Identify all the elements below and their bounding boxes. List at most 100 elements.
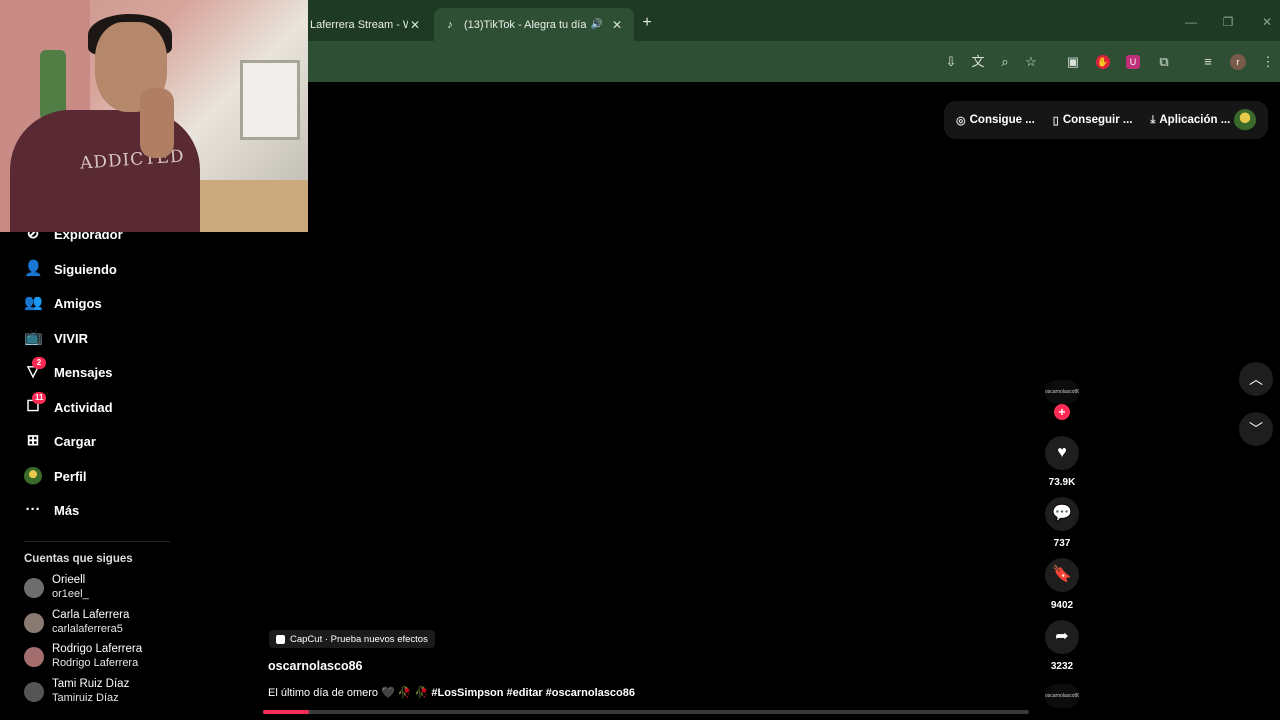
more-dots-icon: ··· [25,501,41,518]
previous-video-button[interactable]: ︿ [1239,362,1273,396]
account-handle: Rodrigo Laferrera [52,657,139,669]
download-app-button[interactable]: ⤓ Aplicación ... [1151,114,1231,127]
webcam-overlay: ADDICTED [0,0,308,232]
bookmark-icon: 🔖 [1052,566,1072,583]
extension-box-icon[interactable]: ▣ [1064,53,1082,71]
video-description: El último día de omero 🖤 🥀 🥀 #LosSimpson… [268,686,635,699]
top-action-pill: ◎ Consigue ... ▯ Conseguir ... ⤓ Aplicac… [944,101,1268,139]
followed-account[interactable]: Orieell or1eel_ [24,574,184,602]
room-window [240,60,300,140]
followed-account[interactable]: Carla Laferrera carlalaferrera5 [24,609,184,637]
window-close-icon[interactable]: ✕ [1259,14,1275,30]
creator-avatar[interactable]: oscarnolasco86 [1045,380,1079,404]
phone-icon: ▯ [1052,114,1059,127]
hashtags-link[interactable]: #LosSimpson #editar #oscarnolasco86 [431,687,635,699]
followed-account[interactable]: Tami Ruiz Díaz Tamiruiz Díaz [24,678,184,706]
send-icon: ▽ 2 [24,357,46,381]
zoom-icon[interactable]: ⌕ [996,53,1014,71]
menu-icon[interactable]: ⋮ [1259,53,1277,71]
sound-disc[interactable]: oscarnolasco86 [1045,684,1079,708]
save-count: 9402 [1050,600,1074,611]
activity-badge: 11 [32,392,47,404]
sidebar-item-mensajes[interactable]: ▽ 2 Mensajes [24,357,113,384]
tab-stream[interactable]: Laferrera Stream - Watch ✕ [300,8,432,41]
follow-plus-button[interactable]: + [1054,404,1070,420]
sidebar-item-mas[interactable]: ··· Más [24,498,80,522]
table [200,180,308,232]
message-badge: 2 [32,357,46,369]
tab-title: (13)TikTok - Alegra tu día [464,18,587,31]
comment-icon: 💬 [1052,505,1072,522]
avatar [24,613,44,633]
upload-plus-icon: ⊞ [26,432,40,449]
person-follow-icon: 👤 [24,260,43,277]
close-icon[interactable]: ✕ [610,18,624,32]
sidebar-item-cargar[interactable]: ⊞ Cargar [24,429,96,453]
avatar [24,682,44,702]
sidebar-item-perfil[interactable]: Perfil [24,464,87,488]
account-name: Orieell [52,574,86,586]
speaker-icon[interactable]: 🔊 [590,19,604,30]
capcut-effect-link[interactable]: CapCut · Prueba nuevos efectos [269,630,435,648]
comment-count: 737 [1053,538,1071,549]
video-progress-bar[interactable] [263,710,1029,714]
media-icon[interactable]: ≡ [1199,53,1217,71]
live-tv-icon: 📺 [24,329,43,346]
capcut-label: CapCut · Prueba nuevos efectos [290,633,428,645]
pill-label: Aplicación ... [1159,114,1231,126]
video-author[interactable]: oscarnolasco86 [268,659,363,673]
like-button[interactable]: ♥ [1045,436,1079,470]
install-icon[interactable]: ⇩ [942,53,960,71]
star-icon[interactable]: ☆ [1022,53,1040,71]
tab-tiktok[interactable]: ♪ (13)TikTok - Alegra tu día 🔊 ✕ [434,8,634,41]
account-name: Tami Ruiz Díaz [52,678,130,690]
sidebar-item-label: Actividad [54,399,113,415]
sidebar-item-label: Siguiendo [54,261,117,277]
extensions-icon[interactable]: ⧉ [1155,53,1173,71]
share-count: 3232 [1050,661,1074,672]
sidebar-item-label: VIVIR [54,330,88,346]
comment-button[interactable]: 💬 [1045,497,1079,531]
user-avatar[interactable] [1234,109,1256,131]
heart-icon: ♥ [1057,444,1067,461]
profile-avatar [24,467,42,485]
person-hand [140,88,174,158]
share-arrow-icon: ➦ [1055,628,1069,645]
chevron-down-icon: ﹀ [1249,421,1263,437]
sidebar-item-vivir[interactable]: 📺 VIVIR [24,326,88,350]
account-handle: carlalaferrera5 [52,623,123,635]
close-icon[interactable]: ✕ [408,18,422,32]
divider [24,541,170,542]
save-button[interactable]: 🔖 [1045,558,1079,592]
avatar [24,647,44,667]
account-handle: Tamiruiz Díaz [52,692,119,704]
followed-account[interactable]: Rodrigo Laferrera Rodrigo Laferrera [24,643,184,671]
ublock-icon[interactable]: U [1126,55,1140,69]
following-heading: Cuentas que sigues [24,553,133,565]
translate-icon[interactable]: 文 [969,53,987,71]
share-button[interactable]: ➦ [1045,620,1079,654]
coin-icon: ◎ [956,114,966,127]
adblock-icon[interactable]: ✋ [1096,55,1110,69]
sidebar-item-label: Perfil [54,468,87,484]
download-icon: ⤓ [1150,113,1156,126]
pill-label: Conseguir ... [1062,114,1133,126]
profile-avatar[interactable]: r [1230,54,1246,70]
sidebar-item-amigos[interactable]: 👥 Amigos [24,291,102,315]
next-video-button[interactable]: ﹀ [1239,412,1273,446]
account-name: Carla Laferrera [52,609,130,621]
maximize-icon[interactable]: ❐ [1220,14,1236,30]
sidebar-item-actividad[interactable]: ☐ 11 Actividad [24,392,113,419]
minimize-icon[interactable]: — [1183,14,1199,30]
get-coins-button[interactable]: ◎ Consigue ... [956,114,1035,127]
sidebar-item-siguiendo[interactable]: 👤 Siguiendo [24,257,117,281]
new-tab-button[interactable]: + [638,14,656,32]
avatar [24,578,44,598]
sidebar-item-label: Cargar [54,433,96,449]
sidebar-item-label: Más [54,502,80,518]
pill-label: Consigue ... [969,114,1035,126]
like-count: 73.9K [1048,477,1076,488]
friends-icon: 👥 [24,294,43,311]
get-app-button[interactable]: ▯ Conseguir ... [1053,114,1133,127]
sidebar-item-label: Amigos [54,295,102,311]
